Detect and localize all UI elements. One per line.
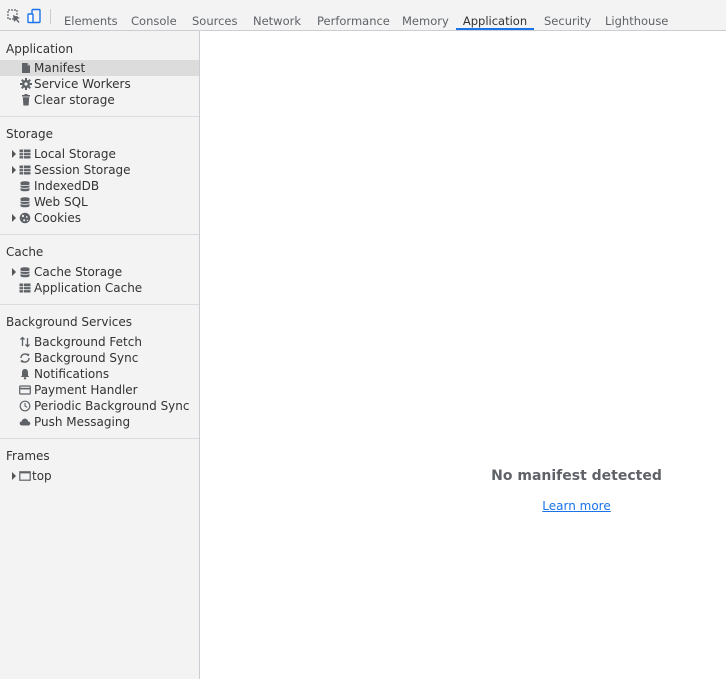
sidebar-item-label: Push Messaging — [34, 415, 131, 429]
sidebar-item-label: Web SQL — [34, 195, 88, 209]
sidebar-item-background-fetch[interactable]: Background Fetch — [0, 334, 199, 350]
sidebar-item-label: Service Workers — [34, 77, 131, 91]
gear-icon — [20, 78, 32, 90]
sidebar-item-label: IndexedDB — [34, 179, 100, 193]
table-icon — [19, 282, 31, 294]
sidebar-item-background-sync[interactable]: Background Sync — [0, 350, 199, 366]
sidebar-item-label: top — [32, 469, 52, 483]
section-divider — [0, 304, 199, 305]
sidebar-item-top-frame[interactable]: top — [0, 468, 199, 484]
sidebar-item-cache-storage[interactable]: Cache Storage — [0, 264, 199, 280]
section-title-storage: Storage — [6, 127, 53, 141]
tab-strip: Elements Console Sources Network Perform… — [0, 0, 726, 31]
bell-icon — [19, 368, 31, 380]
sidebar-item-label: Cache Storage — [34, 265, 123, 279]
learn-more-link[interactable]: Learn more — [200, 499, 726, 513]
clock-icon — [19, 400, 31, 412]
sidebar-item-label: Manifest — [34, 61, 86, 75]
tab-sources[interactable]: Sources — [192, 0, 238, 30]
section-title-application: Application — [6, 42, 74, 56]
sidebar-item-label: Cookies — [34, 211, 81, 225]
sidebar-item-indexeddb[interactable]: IndexedDB — [0, 178, 199, 194]
tab-console[interactable]: Console — [131, 0, 177, 30]
frame-icon — [19, 470, 31, 482]
up-down-arrows-icon — [19, 336, 31, 348]
sidebar-item-push-messaging[interactable]: Push Messaging — [0, 414, 199, 430]
sidebar-item-payment-handler[interactable]: Payment Handler — [0, 382, 199, 398]
section-divider — [0, 234, 199, 235]
sidebar-item-label: Payment Handler — [34, 383, 138, 397]
application-sidebar: Application Manifest Service Workers Cle… — [0, 31, 200, 679]
section-divider — [0, 116, 199, 117]
tab-lighthouse[interactable]: Lighthouse — [605, 0, 668, 30]
sidebar-item-label: Session Storage — [34, 163, 131, 177]
sidebar-item-label: Application Cache — [34, 281, 143, 295]
sidebar-item-label: Notifications — [34, 367, 110, 381]
table-icon — [19, 148, 31, 160]
expand-arrow-icon[interactable] — [12, 166, 16, 174]
tab-performance[interactable]: Performance — [317, 0, 390, 30]
tab-memory[interactable]: Memory — [402, 0, 449, 30]
sidebar-item-application-cache[interactable]: Application Cache — [0, 280, 199, 296]
sidebar-item-label: Background Sync — [34, 351, 139, 365]
section-title-frames: Frames — [6, 449, 50, 463]
tab-security[interactable]: Security — [544, 0, 591, 30]
database-icon — [19, 180, 31, 192]
sidebar-item-local-storage[interactable]: Local Storage — [0, 146, 199, 162]
section-title-background-services: Background Services — [6, 315, 133, 329]
section-title-cache: Cache — [6, 245, 44, 259]
expand-arrow-icon[interactable] — [12, 268, 16, 276]
sidebar-item-label: Clear storage — [34, 93, 115, 107]
database-icon — [19, 196, 31, 208]
empty-state-title: No manifest detected — [491, 468, 662, 484]
inspect-element-icon[interactable] — [6, 8, 22, 24]
sidebar-item-periodic-background-sync[interactable]: Periodic Background Sync — [0, 398, 199, 414]
sidebar-item-label: Periodic Background Sync — [34, 399, 190, 413]
sidebar-item-label: Background Fetch — [34, 335, 142, 349]
sync-icon — [19, 352, 31, 364]
expand-arrow-icon[interactable] — [12, 214, 16, 222]
tab-application[interactable]: Application — [456, 0, 534, 30]
toolbar-separator — [50, 9, 51, 24]
cookie-icon — [19, 212, 31, 224]
sidebar-item-label: Local Storage — [34, 147, 116, 161]
sidebar-item-service-workers[interactable]: Service Workers — [0, 76, 199, 92]
sidebar-item-cookies[interactable]: Cookies — [0, 210, 199, 226]
section-divider — [0, 438, 199, 439]
expand-arrow-icon[interactable] — [12, 472, 16, 480]
sidebar-item-session-storage[interactable]: Session Storage — [0, 162, 199, 178]
device-toolbar-icon[interactable] — [26, 8, 42, 24]
manifest-panel: No manifest detected Learn more — [200, 31, 726, 679]
sidebar-item-clear-storage[interactable]: Clear storage — [0, 92, 199, 108]
sidebar-item-manifest[interactable]: Manifest — [0, 60, 199, 76]
table-icon — [19, 164, 31, 176]
database-icon — [19, 266, 31, 278]
document-icon — [20, 62, 32, 74]
trash-icon — [20, 94, 32, 106]
tab-elements[interactable]: Elements — [64, 0, 118, 30]
cloud-icon — [19, 416, 31, 428]
sidebar-item-notifications[interactable]: Notifications — [0, 366, 199, 382]
tab-network[interactable]: Network — [253, 0, 301, 30]
expand-arrow-icon[interactable] — [12, 150, 16, 158]
sidebar-item-web-sql[interactable]: Web SQL — [0, 194, 199, 210]
card-icon — [19, 384, 31, 396]
